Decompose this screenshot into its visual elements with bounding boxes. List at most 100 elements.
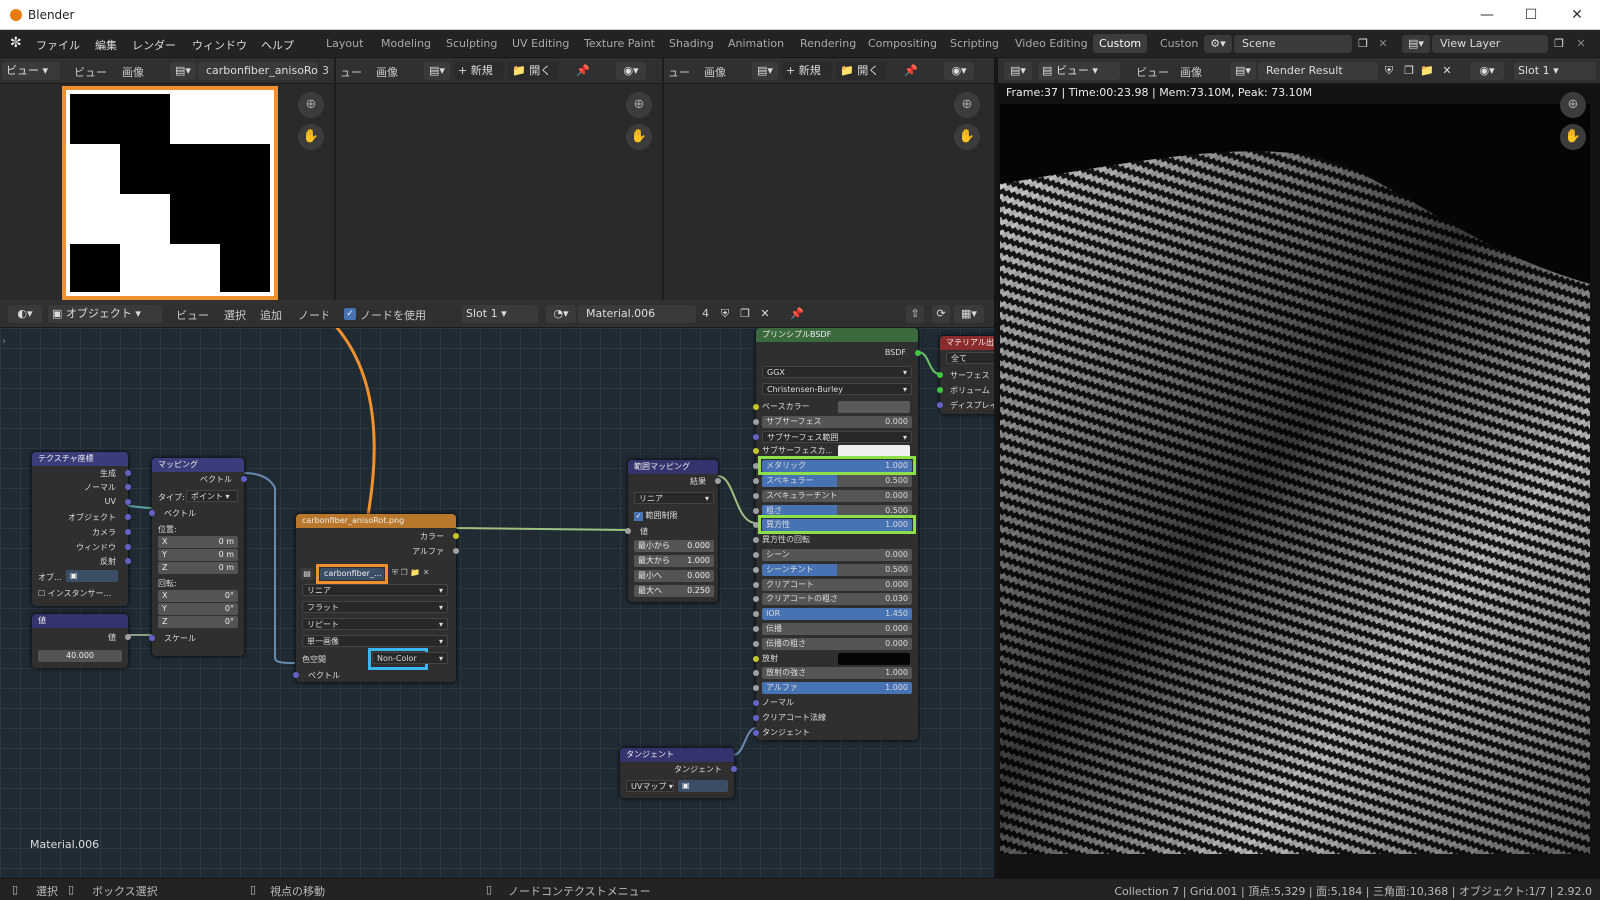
socket-bsdf-input[interactable]	[753, 419, 759, 425]
socket-vector-in[interactable]	[149, 510, 155, 516]
editor-type-icon[interactable]: ▤▾	[1004, 62, 1032, 80]
view-layer-field[interactable]: View Layer	[1432, 35, 1548, 53]
scene-copy-icon[interactable]: ❐	[1354, 35, 1372, 53]
bsdf-input-slider[interactable]: シーン 0.000	[762, 549, 912, 561]
image-name-field[interactable]: carbonfiber_anisoRo...	[198, 62, 318, 80]
material-browse-icon[interactable]: ◔▾	[546, 305, 576, 323]
socket-bsdf-input[interactable]	[753, 596, 759, 602]
fake-user-shield-icon[interactable]: ⛨	[1380, 62, 1398, 80]
color-swatch[interactable]	[838, 653, 910, 665]
tab-custon[interactable]: Custon	[1160, 37, 1198, 50]
instancer-checkbox-row[interactable]: ☐ インスタンサー...	[38, 588, 111, 599]
render-view-canvas[interactable]: Frame:37 | Time:00:23.98 | Mem:73.10M, P…	[998, 84, 1600, 878]
pan-hand-icon[interactable]: ✋	[954, 124, 980, 150]
menu-file[interactable]: ファイル	[36, 37, 80, 53]
scene-name-field[interactable]: Scene	[1234, 35, 1352, 53]
menu-add[interactable]: 追加	[260, 307, 282, 323]
view-layer-copy-icon[interactable]: ❐	[1550, 35, 1568, 53]
use-nodes-checkbox[interactable]: ✓	[344, 308, 356, 320]
socket-object[interactable]	[125, 514, 131, 520]
socket-camera[interactable]	[125, 529, 131, 535]
scene-close-icon[interactable]: ✕	[1374, 35, 1392, 53]
socket-bsdf-input[interactable]	[753, 404, 759, 410]
bsdf-input-dropdown[interactable]: サブサーフェス範囲 ▾	[762, 431, 912, 443]
menu-image[interactable]: 画像	[376, 64, 398, 80]
image-editor-2-canvas[interactable]: ⊕ ✋	[336, 84, 662, 300]
tab-custom[interactable]: Custom	[1093, 34, 1148, 53]
image-browse-icon[interactable]: ▤▾	[170, 62, 196, 80]
maximize-icon[interactable]: ☐	[1508, 0, 1554, 30]
zoom-icon[interactable]: ⊕	[298, 92, 324, 118]
image-browse-icon[interactable]: ▤	[300, 568, 314, 580]
duplicate-image-icon[interactable]: ❐	[1400, 62, 1418, 80]
new-image-button[interactable]: + 新規	[454, 62, 504, 80]
open-image-icon[interactable]: 📁	[1418, 62, 1436, 80]
bsdf-input-slider[interactable]: アルファ 1.000	[762, 682, 912, 694]
sidebar-toggle-icon[interactable]: ›	[2, 336, 6, 347]
clamp-checkbox-row[interactable]: ✓ 範囲制限	[634, 510, 678, 521]
menu-view[interactable]: ビュー	[74, 64, 107, 80]
pan-hand-icon[interactable]: ✋	[626, 124, 652, 150]
menu-node[interactable]: ノード	[298, 307, 328, 323]
pin-icon[interactable]: 📌	[790, 307, 804, 320]
menu-image[interactable]: 画像	[704, 64, 726, 80]
node-material-output[interactable]: マテリアル出力 全て サーフェス ボリューム ディスプレイ...	[937, 336, 994, 414]
menu-view[interactable]: ュー	[668, 64, 690, 80]
map-range-type-dropdown[interactable]: リニア ▾	[634, 492, 714, 504]
socket-bsdf-input[interactable]	[753, 434, 759, 440]
socket-bsdf-input[interactable]	[753, 582, 759, 588]
subsurface-method-dropdown[interactable]: Christensen-Burley ▾	[762, 383, 912, 395]
image-browse-icon[interactable]: ▤▾	[752, 62, 778, 80]
pan-hand-icon[interactable]: ✋	[1560, 124, 1586, 150]
slot-dropdown[interactable]: Slot 1 ▾	[462, 305, 538, 323]
open-image-button[interactable]: 📁 開く	[508, 62, 558, 80]
node-texture-coordinate[interactable]: テクスチャ座標 生成 ノーマル UV オブジェクト カメラ ウィンドウ 反射 オ…	[32, 452, 131, 606]
zoom-icon[interactable]: ⊕	[626, 92, 652, 118]
menu-select[interactable]: 選択	[224, 307, 246, 323]
menu-view[interactable]: ビュー	[1136, 64, 1169, 80]
image-actions-icons[interactable]: ⛨ ❐ 📁 ✕	[392, 568, 429, 578]
bsdf-input-slider[interactable]: クリアコート 0.000	[762, 579, 912, 591]
overlay-dropdown-icon[interactable]: ◉▾	[616, 62, 646, 80]
socket-reflection[interactable]	[125, 558, 131, 564]
from-max-field[interactable]: 最大から 1.000	[634, 555, 714, 567]
tab-rendering[interactable]: Rendering	[800, 37, 856, 50]
color-swatch[interactable]	[838, 401, 910, 413]
socket-bsdf-input[interactable]	[753, 493, 759, 499]
image-browse-icon[interactable]: ▤▾	[424, 62, 450, 80]
tab-texture-paint[interactable]: Texture Paint	[584, 37, 655, 50]
rotation-y-field[interactable]: Y 0°	[158, 603, 238, 615]
snap-element-dropdown-icon[interactable]: ▦▾	[954, 305, 984, 323]
image-editor-1-canvas[interactable]: ⊕ ✋	[0, 84, 334, 300]
node-tangent[interactable]: タンジェント タンジェント UVマップ ▾ ▣	[620, 748, 737, 798]
tab-sculpting[interactable]: Sculpting	[446, 37, 497, 50]
tab-uv-editing[interactable]: UV Editing	[512, 37, 569, 50]
node-principled-bsdf[interactable]: プリンシプルBSDF BSDF GGX ▾ Christensen-Burley ▾…	[753, 328, 921, 740]
close-icon[interactable]: ✕	[1554, 0, 1600, 30]
image-browse-icon[interactable]: ▤▾	[1230, 62, 1256, 80]
socket-bsdf-input[interactable]	[753, 656, 759, 662]
socket-bsdf-input[interactable]	[753, 641, 759, 647]
display-channels-dropdown-icon[interactable]: ◉▾	[1470, 62, 1504, 80]
object-picker-field[interactable]: ▣	[66, 570, 118, 582]
menu-view[interactable]: ビュー	[176, 307, 209, 323]
fake-user-shield-icon[interactable]: ⛨	[716, 305, 734, 323]
tab-compositing[interactable]: Compositing	[868, 37, 937, 50]
node-image-texture[interactable]: carbonfiber_anisoRot.png カラー アルファ ▤ carb…	[293, 514, 459, 682]
menu-image[interactable]: 画像	[122, 64, 144, 80]
image-editor-3-canvas[interactable]: ⊕ ✋	[664, 84, 994, 300]
rotation-z-field[interactable]: Z 0°	[158, 616, 238, 628]
menu-edit[interactable]: 編集	[95, 37, 117, 53]
bsdf-input-slider[interactable]: 伝播の粗さ 0.000	[762, 638, 912, 650]
material-name-field[interactable]: Material.006	[578, 305, 696, 323]
bsdf-input-slider[interactable]: スペキュラーチント 0.000	[762, 490, 912, 502]
bsdf-input-slider[interactable]: 放射の強さ 1.000	[762, 667, 912, 679]
view-layer-close-icon[interactable]: ✕	[1572, 35, 1590, 53]
node-map-range[interactable]: 範囲マッピング 結果 リニア ▾ ✓ 範囲制限 値 最小から 0.000 最大から 1…	[625, 460, 721, 602]
zoom-icon[interactable]: ⊕	[954, 92, 980, 118]
blender-menu-icon[interactable]: ✼	[10, 35, 22, 51]
view-mode-dropdown[interactable]: ▤ ビュー ▾	[1038, 62, 1120, 80]
render-slot-dropdown[interactable]: Slot 1 ▾	[1514, 62, 1596, 80]
from-min-field[interactable]: 最小から 0.000	[634, 540, 714, 552]
socket-bsdf-input[interactable]	[753, 700, 759, 706]
